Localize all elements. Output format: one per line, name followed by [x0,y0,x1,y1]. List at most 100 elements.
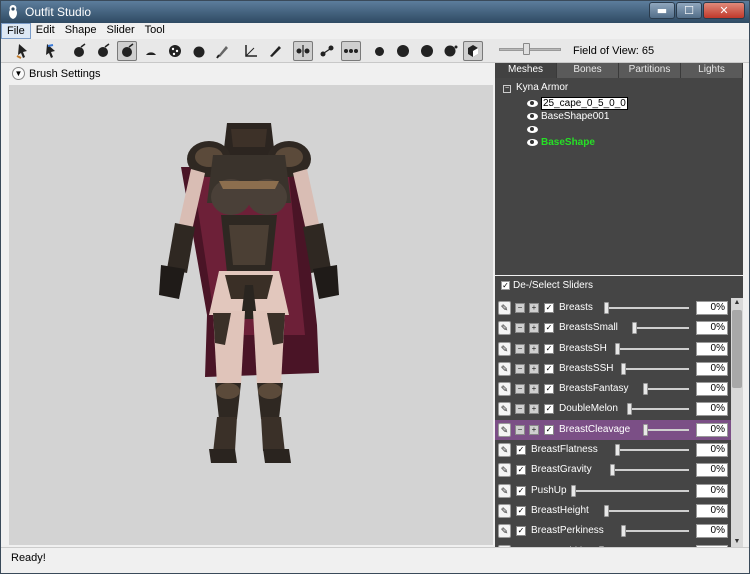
brush-settings-header[interactable]: ▼ Brush Settings [9,64,493,84]
slider-edit-pencil-icon[interactable]: ✎ [498,301,511,315]
slider-value[interactable]: 0% [696,341,728,356]
mesh-item[interactable] [527,123,541,136]
mask-brush-button[interactable] [165,41,185,61]
slider-value[interactable]: 0% [696,301,728,315]
slider-row[interactable]: ✎ − + ✓ BreastsFantasy 0% [495,379,731,399]
menu-slider[interactable]: Slider [102,23,140,39]
slider-handle[interactable] [604,302,610,314]
weight-paint-button[interactable] [213,41,233,61]
scroll-up-icon[interactable]: ▲ [731,298,743,308]
close-button[interactable]: ✕ [703,2,745,19]
deflate-brush-button[interactable] [93,41,113,61]
slider-edit-pencil-icon[interactable]: ✎ [498,483,511,498]
slider-checkbox[interactable]: ✓ [544,323,554,334]
slider-handle[interactable] [615,444,621,457]
x-mirror-button[interactable] [293,41,313,61]
tab-bones[interactable]: Bones [557,63,619,78]
slider-handle[interactable] [643,423,649,436]
slider-row[interactable]: ✎ − + ✓ DoubleMelon 0% [495,399,731,419]
tab-partitions[interactable]: Partitions [619,63,681,78]
slider-plus-button[interactable]: + [529,323,539,334]
field-of-view-slider-handle[interactable] [523,43,530,55]
slider-checkbox[interactable]: ✓ [544,384,554,395]
slider-row[interactable]: ✎ − + ✓ BreastsSH 0% [495,339,731,359]
slider-row[interactable]: ✎ − + ✓ BreastsSSH 0% [495,359,731,379]
slider-track[interactable] [621,530,689,533]
slider-value[interactable]: 0% [696,524,728,539]
visibility-eye-icon[interactable] [527,113,538,120]
slider-minus-button[interactable]: − [515,384,525,395]
slider-track[interactable] [609,469,689,472]
slider-handle[interactable] [615,342,621,355]
slider-plus-button[interactable]: + [529,343,539,354]
title-bar[interactable]: Outfit Studio ▬ ☐ ✕ [1,1,749,23]
slider-value[interactable]: 0% [696,463,728,478]
slider-minus-button[interactable]: − [515,424,525,435]
slider-track[interactable] [604,509,689,512]
slider-plus-button[interactable]: + [529,303,539,313]
slider-handle[interactable] [570,484,576,497]
slider-value[interactable]: 0% [696,402,728,417]
tab-lights[interactable]: Lights [681,63,743,78]
slider-checkbox[interactable]: ✓ [516,505,526,516]
collapse-icon[interactable]: − [503,85,511,93]
slider-edit-pencil-icon[interactable]: ✎ [498,402,511,417]
slider-value[interactable]: 0% [696,382,728,397]
slider-handle[interactable] [626,403,632,416]
move-brush-button[interactable] [117,41,137,61]
vertex-edit-button[interactable] [265,41,285,61]
chevron-down-icon[interactable]: ▼ [12,67,25,80]
select-button[interactable] [13,41,33,61]
slider-minus-button[interactable]: − [515,303,525,313]
maximize-button[interactable]: ☐ [676,2,702,19]
pivot-button[interactable] [241,41,261,61]
slider-minus-button[interactable]: − [515,323,525,334]
connected-only-button[interactable] [317,41,337,61]
slider-checkbox[interactable]: ✓ [544,363,554,374]
slider-track[interactable] [604,307,689,309]
slider-row[interactable]: ✎ ✓ BreastGravity 0% [495,460,731,480]
slider-checkbox[interactable]: ✓ [516,485,526,496]
menu-tool[interactable]: Tool [140,23,170,39]
slider-edit-pencil-icon[interactable]: ✎ [498,503,511,518]
visibility-eye-icon[interactable] [527,126,538,133]
3d-viewport[interactable] [9,85,493,545]
slider-select-header[interactable]: ✓ De-/Select Sliders [495,276,743,296]
scroll-down-icon[interactable]: ▼ [731,537,743,547]
slider-checkbox[interactable]: ✓ [544,343,554,354]
slider-edit-pencil-icon[interactable]: ✎ [498,463,511,478]
slider-checkbox[interactable]: ✓ [544,404,554,415]
transform-button[interactable] [41,41,61,61]
slider-minus-button[interactable]: − [515,404,525,415]
slider-value[interactable]: 0% [696,422,728,437]
field-of-view-slider[interactable] [499,48,561,51]
slider-handle[interactable] [621,362,626,375]
smooth-brush-button[interactable] [141,41,161,61]
back-view-button[interactable] [417,41,437,61]
slider-handle[interactable] [632,322,638,335]
slider-checkbox[interactable]: ✓ [516,465,526,476]
menu-file[interactable]: File [1,23,31,39]
slider-plus-button[interactable]: + [529,404,539,415]
slider-value[interactable]: 0% [696,321,728,336]
slider-edit-pencil-icon[interactable]: ✎ [498,321,511,336]
slider-edit-pencil-icon[interactable]: ✎ [498,422,511,437]
slider-edit-pencil-icon[interactable]: ✎ [498,341,511,356]
slider-handle[interactable] [609,464,615,477]
global-brush-button[interactable] [341,41,361,61]
inflate-brush-button[interactable] [69,41,89,61]
slider-minus-button[interactable]: − [515,363,525,374]
slider-value[interactable]: 0% [696,361,728,376]
scrollbar-thumb[interactable] [732,310,742,388]
slider-track[interactable] [643,428,689,431]
slider-track[interactable] [615,449,689,452]
slider-handle[interactable] [621,525,626,538]
slider-plus-button[interactable]: + [529,384,539,395]
sphere-view-button[interactable] [369,41,389,61]
mesh-item[interactable]: 25_cape_0_5_0_0 [527,97,628,110]
slider-row[interactable]: ✎ ✓ BreastFlatness 0% [495,440,731,460]
slider-checkbox[interactable]: ✓ [516,445,526,456]
slider-row[interactable]: ✎ ✓ PushUp 0% [495,481,731,501]
slider-edit-pencil-icon[interactable]: ✎ [498,524,511,539]
slider-row[interactable]: ✎ − + ✓ Breasts 0% [495,298,731,318]
